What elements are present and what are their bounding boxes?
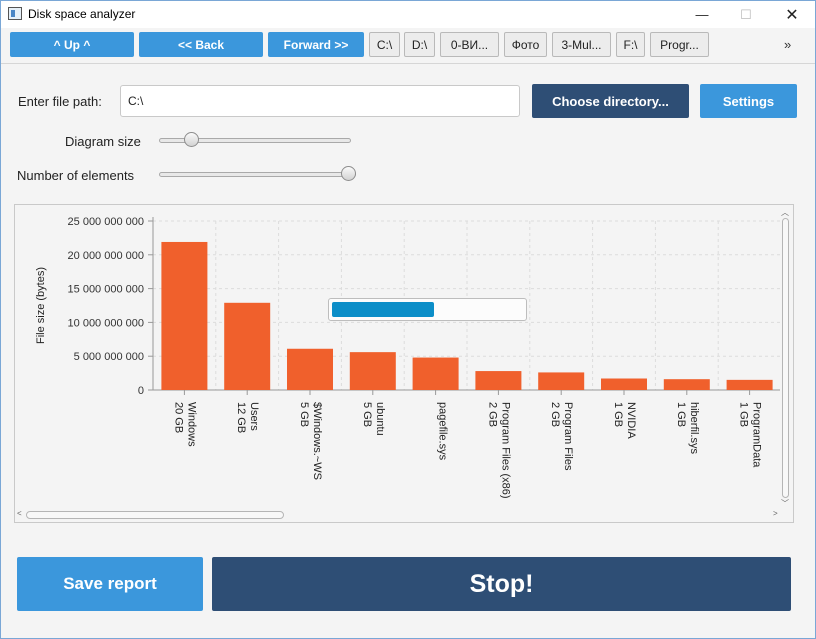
category-size: 2 GB — [549, 402, 561, 427]
category-size: 5 GB — [298, 402, 310, 427]
slider-thumb[interactable] — [183, 132, 199, 147]
save-report-button[interactable]: Save report — [17, 557, 203, 611]
x-tick-label: ubuntu5 GB — [361, 402, 386, 436]
choose-directory-button[interactable]: Choose directory... — [532, 84, 689, 118]
stop-button[interactable]: Stop! — [212, 557, 791, 611]
category-name: $Windows.~WS — [311, 402, 323, 480]
scroll-right-icon[interactable]: > — [773, 509, 778, 518]
progress-bar — [328, 298, 527, 321]
x-tick-label: Program Files (x86)2 GB — [486, 402, 511, 499]
x-tick-label: Program Files2 GB — [549, 402, 574, 471]
x-tick-label: Windows20 GB — [172, 402, 197, 447]
bar — [287, 348, 333, 390]
back-button[interactable]: << Back — [139, 32, 263, 57]
window-title: Disk space analyzer — [28, 7, 136, 21]
app-icon — [8, 7, 22, 20]
title-bar: Disk space analyzer — ☐ ✕ — [1, 1, 815, 28]
drive-button-f[interactable]: F:\ — [616, 32, 645, 57]
category-name: NVIDIA — [625, 402, 637, 439]
folder-button-program-files[interactable]: Progr... — [650, 32, 709, 57]
bar — [224, 302, 271, 390]
diagram-size-slider[interactable] — [159, 131, 351, 149]
category-name: Program Files — [562, 402, 574, 471]
scroll-down-icon[interactable]: ﹀ — [781, 498, 789, 509]
diagram-size-label: Diagram size — [65, 134, 141, 149]
bar-chart: 0 5 000 000 000 10 000 000 000 15 000 000 0… — [35, 216, 781, 499]
file-path-label: Enter file path: — [18, 94, 102, 109]
category-name: hiberfil.sys — [688, 402, 700, 454]
y-tick-label: 25 000 000 000 — [68, 216, 144, 228]
app-window: Disk space analyzer — ☐ ✕ ^ Up ^ << Back… — [0, 0, 816, 639]
bar — [412, 357, 459, 390]
drive-button-c[interactable]: C:\ — [369, 32, 400, 57]
folder-button-multimedia[interactable]: 3-Mul... — [552, 32, 611, 57]
y-tick-label: 20 000 000 000 — [68, 250, 144, 262]
category-size: 1 GB — [675, 402, 687, 427]
bar — [663, 379, 710, 390]
x-tick-label: Users12 GB — [235, 402, 260, 433]
file-path-input[interactable]: C:\ — [120, 85, 520, 117]
x-tick-label: ProgramData1 GB — [738, 402, 763, 468]
bar — [349, 352, 396, 390]
slider-track — [159, 172, 356, 177]
settings-button[interactable]: Settings — [700, 84, 797, 118]
bar — [475, 371, 522, 390]
up-button[interactable]: ^ Up ^ — [10, 32, 134, 57]
y-tick-label: 15 000 000 000 — [68, 284, 144, 296]
navigation-toolbar: ^ Up ^ << Back Forward >> C:\ D:\ 0-ВИ..… — [1, 28, 815, 64]
minimize-icon[interactable]: — — [679, 1, 725, 28]
forward-button[interactable]: Forward >> — [268, 32, 364, 57]
category-name: Windows — [185, 402, 197, 447]
toolbar-overflow-icon[interactable]: » — [784, 37, 791, 52]
category-size: 1 GB — [612, 402, 624, 427]
category-size: 20 GB — [172, 402, 184, 433]
bar — [726, 379, 773, 390]
progress-fill — [332, 302, 435, 317]
number-of-elements-label: Number of elements — [17, 168, 135, 183]
category-size: 2 GB — [486, 402, 498, 427]
vertical-scrollbar[interactable]: ︿ ﹀ — [780, 208, 792, 509]
maximize-icon[interactable]: ☐ — [723, 1, 769, 28]
scroll-thumb[interactable] — [26, 511, 284, 519]
folder-button-photo[interactable]: Фото — [504, 32, 547, 57]
drive-button-d[interactable]: D:\ — [404, 32, 435, 57]
category-size: 1 GB — [738, 402, 750, 427]
bar — [538, 372, 585, 390]
category-name: ubuntu — [374, 402, 386, 436]
folder-button-video[interactable]: 0-ВИ... — [440, 32, 499, 57]
slider-thumb[interactable] — [341, 166, 356, 181]
x-tick-label: pagefile.sys — [437, 402, 449, 461]
y-tick-label: 0 — [138, 385, 144, 397]
number-of-elements-slider[interactable] — [159, 165, 356, 183]
category-name: Program Files (x86) — [499, 402, 511, 499]
y-axis-label: File size (bytes) — [35, 267, 47, 344]
y-tick-label: 5 000 000 000 — [74, 351, 144, 363]
chart-panel: 0 5 000 000 000 10 000 000 000 15 000 000 0… — [14, 204, 794, 523]
bar — [161, 241, 208, 390]
category-name: Users — [248, 402, 260, 431]
x-tick-label: $Windows.~WS5 GB — [298, 402, 323, 480]
y-tick-label: 10 000 000 000 — [68, 317, 144, 329]
category-name: ProgramData — [751, 402, 763, 468]
scroll-left-icon[interactable]: < — [17, 509, 22, 518]
horizontal-scrollbar[interactable]: < > — [16, 509, 792, 522]
scroll-thumb[interactable] — [782, 218, 789, 498]
bar — [601, 378, 647, 390]
x-tick-label: hiberfil.sys1 GB — [675, 402, 700, 454]
x-tick-label: NVIDIA1 GB — [612, 402, 637, 439]
category-name: pagefile.sys — [437, 402, 449, 461]
category-size: 5 GB — [361, 402, 373, 427]
close-icon[interactable]: ✕ — [769, 1, 815, 28]
category-size: 12 GB — [235, 402, 247, 433]
scroll-up-icon[interactable]: ︿ — [781, 207, 789, 218]
